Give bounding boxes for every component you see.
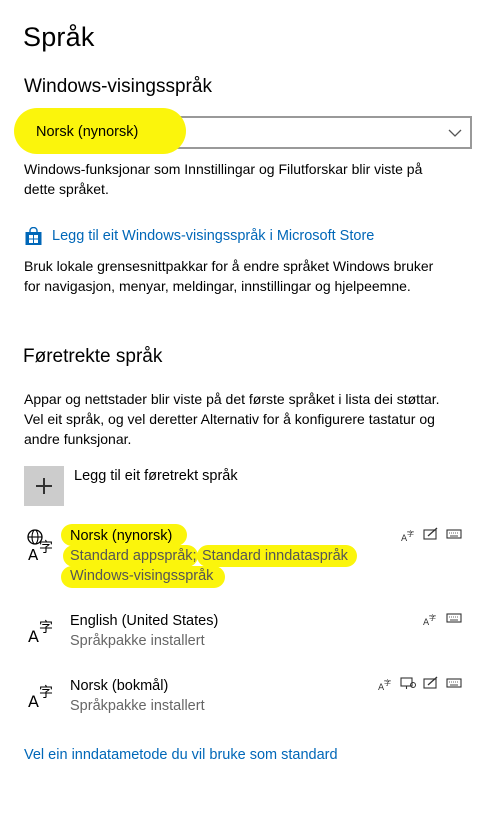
language-status: Standard inndataspråk <box>202 548 348 564</box>
chevron-down-icon[interactable] <box>448 126 462 140</box>
display-language-description: Windows-funksjonar som Innstillingar og … <box>24 159 422 199</box>
language-item-english-us[interactable]: A 字 English (United States) Språkpakke i… <box>0 606 494 656</box>
store-icon <box>25 227 42 245</box>
preferred-description-line1: Appar og nettstader blir viste på det fø… <box>24 391 440 407</box>
preferred-description-line3: andre funksjonar. <box>24 431 132 447</box>
text-to-speech-icon: A 字 <box>401 529 414 542</box>
add-language-button[interactable] <box>24 466 64 506</box>
svg-text:字: 字 <box>39 620 53 636</box>
preferred-description: Appar og nettstader blir viste på det fø… <box>24 389 440 449</box>
display-language-selected: Norsk (nynorsk) <box>36 124 139 140</box>
svg-text:字: 字 <box>39 685 53 701</box>
language-status: Språkpakke installert <box>70 633 205 649</box>
language-globe-icon: A 字 <box>27 529 53 562</box>
svg-text:字: 字 <box>39 540 53 556</box>
store-description-line2: for navigasjon, menyar, meldingar, innst… <box>24 278 411 294</box>
svg-text:A: A <box>28 546 39 562</box>
store-link[interactable]: Legg til eit Windows-visingsspråk i Micr… <box>52 228 374 244</box>
keyboard-icon <box>446 529 462 539</box>
svg-text:字: 字 <box>384 678 391 687</box>
handwriting-icon <box>423 676 438 689</box>
language-status: Standard appspråk; <box>70 548 197 564</box>
language-name: Norsk (nynorsk) <box>70 528 173 544</box>
keyboard-icon <box>446 613 462 623</box>
svg-text:A: A <box>28 627 39 646</box>
add-language-label[interactable]: Legg til eit føretrekt språk <box>74 468 238 484</box>
language-status: Windows-visingsspråk <box>70 568 214 584</box>
display-language-heading: Windows-visingsspråk <box>24 76 212 97</box>
language-item-norsk-bokmal[interactable]: A 字 Norsk (bokmål) Språkpakke installert… <box>0 671 494 721</box>
svg-text:字: 字 <box>407 529 414 538</box>
svg-text:A: A <box>28 692 39 711</box>
svg-text:字: 字 <box>429 613 436 622</box>
language-icon: A 字 <box>28 620 53 646</box>
store-description-line1: Bruk lokale grensesnittpakkar for å endr… <box>24 258 434 274</box>
keyboard-icon <box>446 678 462 688</box>
display-language-description-line1: Windows-funksjonar som Innstillingar og … <box>24 161 423 177</box>
language-status: Språkpakke installert <box>70 698 205 714</box>
language-icon: A 字 <box>28 685 53 711</box>
language-name: Norsk (bokmål) <box>70 678 169 694</box>
text-to-speech-icon: A 字 <box>423 613 436 626</box>
language-item-norsk-nynorsk[interactable]: A 字 Norsk (nynorsk) Standard appspråk; S… <box>0 522 494 592</box>
text-to-speech-icon: A 字 <box>378 678 391 691</box>
preferred-languages-heading: Føretrekte språk <box>23 346 163 367</box>
handwriting-icon <box>423 527 438 540</box>
display-language-description-line2: dette språket. <box>24 181 109 197</box>
speech-recognition-icon <box>400 677 416 689</box>
page-title: Språk <box>23 22 95 52</box>
preferred-description-line2: Vel eit språk, og vel deretter Alternati… <box>24 411 435 427</box>
store-description: Bruk lokale grensesnittpakkar for å endr… <box>24 256 433 296</box>
language-name: English (United States) <box>70 613 219 629</box>
default-input-method-link[interactable]: Vel ein inndatametode du vil bruke som s… <box>24 747 338 763</box>
